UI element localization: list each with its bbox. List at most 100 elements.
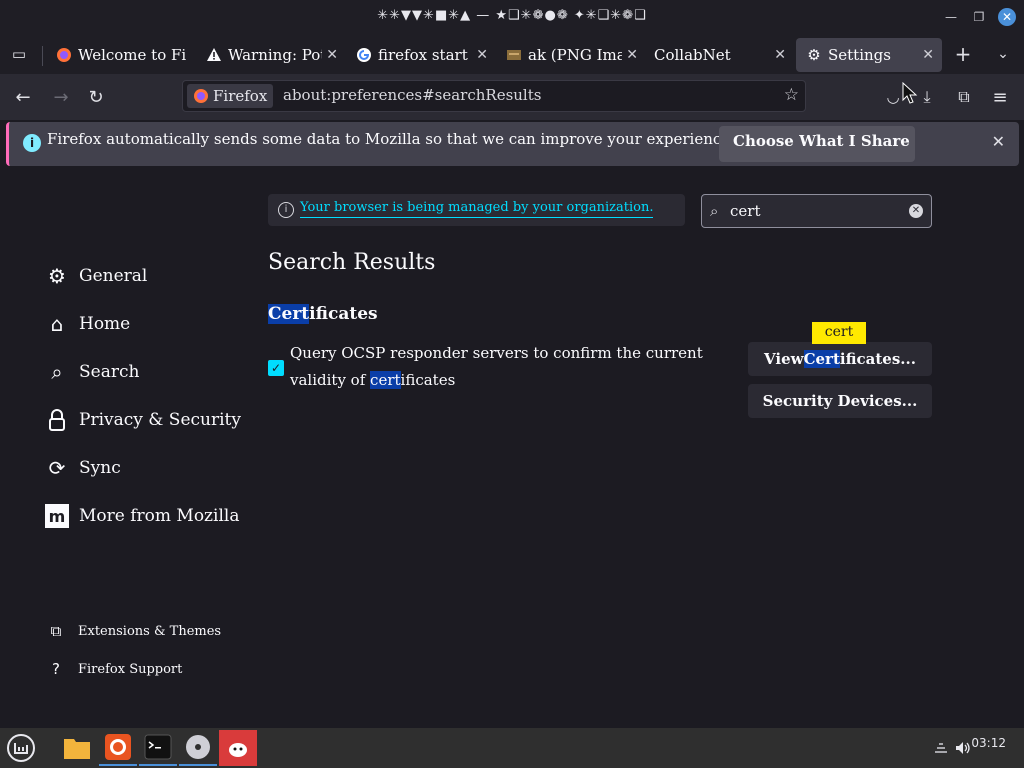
new-tab-icon[interactable]: +	[950, 41, 976, 67]
bookmark-star-icon[interactable]: ☆	[784, 85, 799, 105]
choose-what-i-share-button[interactable]: Choose What I Share	[719, 126, 915, 162]
preferences-content: i Your browser is being managed by your …	[0, 172, 1024, 728]
mint-menu-icon[interactable]	[2, 730, 40, 766]
tab-label: Warning: Pot	[228, 46, 322, 64]
sidebar-link-label: Extensions & Themes	[78, 623, 222, 639]
sidebar-footer: ⧉ Extensions & Themes ? Firefox Support	[46, 612, 266, 688]
tab-manager-icon[interactable]: ▭	[6, 41, 32, 67]
close-window-icon[interactable]: ✕	[998, 8, 1016, 26]
tab-google-search[interactable]: firefox start p ✕	[346, 38, 496, 72]
preferences-sidebar: ⚙ General ⌂ Home ⌕ Search Privacy & Secu…	[44, 252, 264, 540]
button-label: Security Devices...	[762, 392, 918, 410]
system-taskbar: 03:12	[0, 728, 1024, 768]
sidebar-item-general[interactable]: ⚙ General	[44, 252, 264, 300]
button-label: View	[764, 350, 804, 368]
close-tab-icon[interactable]: ✕	[922, 47, 934, 63]
window-title: ✳✳▼▼✳■✳▲ — ★❑✳❁●❁ ✦✳❑✳❁❑	[377, 8, 647, 23]
close-tab-icon[interactable]: ✕	[326, 47, 338, 63]
search-icon: ⌕	[51, 360, 63, 384]
firefox-logo-icon	[56, 47, 72, 63]
files-folder-icon[interactable]	[58, 730, 96, 766]
tab-collabnet[interactable]: CollabNet ✕	[644, 38, 794, 72]
preferences-search: ⌕ ✕	[701, 194, 932, 228]
close-notification-icon[interactable]: ✕	[992, 132, 1005, 151]
sidebar-item-sync[interactable]: ⟳ Sync	[44, 444, 264, 492]
warning-icon	[206, 47, 222, 63]
button-label: Choose What I Share	[733, 132, 910, 150]
sidebar-item-label: Privacy & Security	[79, 410, 241, 430]
tab-png-image[interactable]: ak (PNG Ima ✕	[496, 38, 646, 72]
sidebar-item-label: Search	[79, 362, 140, 382]
gimp-icon[interactable]	[219, 730, 257, 766]
maximize-icon[interactable]: ❐	[970, 8, 988, 26]
tab-separator	[42, 46, 43, 66]
search-icon: ⌕	[710, 202, 719, 220]
view-certificates-button[interactable]: View Cert ificates...	[748, 342, 932, 376]
sidebar-item-more-from-mozilla[interactable]: m More from Mozilla	[44, 492, 264, 540]
back-arrow-icon[interactable]: ←	[10, 84, 36, 110]
close-tab-icon[interactable]: ✕	[626, 47, 638, 63]
page-title: Search Results	[268, 250, 436, 275]
tab-label: ak (PNG Ima	[528, 46, 622, 64]
hamburger-menu-icon[interactable]: ≡	[987, 84, 1013, 110]
url-text[interactable]: about:preferences#searchResults	[283, 86, 541, 104]
reload-icon[interactable]: ↻	[83, 84, 109, 110]
sidebar-item-label: Home	[79, 314, 131, 334]
tab-label: CollabNet	[654, 46, 731, 64]
close-tab-icon[interactable]: ✕	[774, 47, 786, 63]
terminal-icon[interactable]	[139, 730, 177, 766]
ocsp-checkbox[interactable]: ✓	[268, 360, 284, 376]
tab-list-chevron-icon[interactable]: ⌄	[990, 41, 1016, 67]
tab-label: firefox start p	[378, 46, 472, 64]
forward-arrow-icon[interactable]: →	[48, 84, 74, 110]
sidebar-item-search[interactable]: ⌕ Search	[44, 348, 264, 396]
tab-label: Settings	[828, 46, 891, 64]
firefox-logo-icon	[193, 88, 209, 104]
info-icon: i	[278, 202, 294, 218]
certificates-section-title: Certificates	[268, 304, 378, 324]
minimize-icon[interactable]: —	[942, 8, 960, 26]
extensions-puzzle-icon[interactable]: ⧉	[951, 84, 977, 110]
disc-icon[interactable]	[179, 730, 217, 766]
search-match-tooltip: cert	[812, 322, 866, 344]
managed-policy-notice: i Your browser is being managed by your …	[268, 194, 685, 226]
firefox-taskbar-icon[interactable]	[99, 730, 137, 766]
home-icon: ⌂	[50, 312, 64, 336]
managed-policy-link[interactable]: Your browser is being managed by your or…	[300, 200, 654, 218]
tab-warning[interactable]: Warning: Pot ✕	[196, 38, 346, 72]
tab-strip: ▭ Welcome to Fi Warning: Pot ✕ firefox s…	[0, 34, 1024, 74]
notification-text: Firefox automatically sends some data to…	[47, 130, 735, 148]
identity-label: Firefox	[213, 87, 268, 105]
search-highlight: Cert	[268, 304, 310, 324]
sidebar-link-extensions-themes[interactable]: ⧉ Extensions & Themes	[46, 612, 266, 650]
tab-welcome[interactable]: Welcome to Fi	[46, 38, 196, 72]
label-text: ificates	[400, 371, 456, 389]
puzzle-icon: ⧉	[50, 622, 62, 640]
title-text: ificates	[309, 304, 378, 324]
identity-box[interactable]: Firefox	[187, 84, 274, 108]
image-icon	[506, 47, 522, 63]
sidebar-item-privacy[interactable]: Privacy & Security	[44, 396, 264, 444]
preferences-search-input[interactable]	[730, 198, 900, 224]
info-icon: i	[23, 134, 41, 152]
navigation-toolbar: ← → ↻ Firefox about:preferences#searchRe…	[0, 74, 1024, 120]
help-icon: ?	[52, 660, 60, 678]
telemetry-notification-bar: i Firefox automatically sends some data …	[6, 122, 1019, 166]
tab-settings[interactable]: ⚙ Settings ✕	[796, 38, 942, 72]
mozilla-icon: m	[44, 503, 70, 529]
sidebar-item-home[interactable]: ⌂ Home	[44, 300, 264, 348]
security-devices-button[interactable]: Security Devices...	[748, 384, 932, 418]
google-logo-icon	[356, 47, 372, 63]
close-tab-icon[interactable]: ✕	[476, 47, 488, 63]
gear-icon: ⚙	[807, 46, 821, 64]
clear-search-icon[interactable]: ✕	[909, 204, 923, 218]
tab-label: Welcome to Fi	[78, 46, 187, 64]
sidebar-item-label: More from Mozilla	[79, 506, 240, 526]
sidebar-item-label: General	[79, 266, 148, 286]
ocsp-checkbox-label[interactable]: Query OCSP responder servers to confirm …	[290, 340, 750, 394]
sidebar-link-firefox-support[interactable]: ? Firefox Support	[46, 650, 266, 688]
sync-icon: ⟳	[48, 456, 66, 480]
label-text: Query OCSP responder servers to confirm …	[290, 344, 703, 389]
clock[interactable]: 03:12	[971, 736, 1006, 750]
url-bar[interactable]: Firefox about:preferences#searchResults …	[182, 80, 806, 112]
